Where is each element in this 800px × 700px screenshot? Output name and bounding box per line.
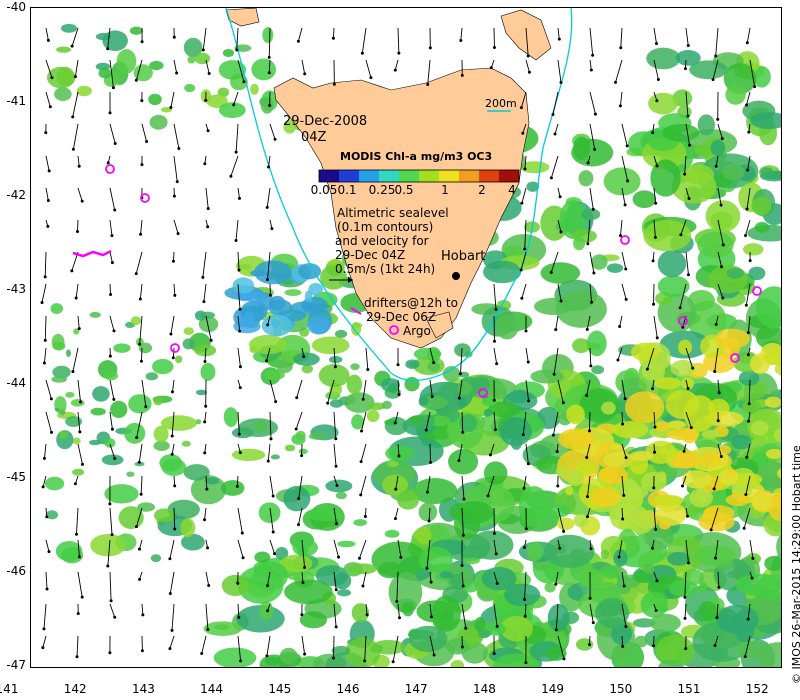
colorbar-tick: 4 <box>508 183 516 197</box>
x-tick-label: 142 <box>63 682 87 696</box>
x-tick-label: 147 <box>404 682 428 696</box>
depth-label: 200m <box>485 97 517 110</box>
y-tick-label: -40 <box>6 0 26 14</box>
colorbar-tick: 0.25 <box>368 183 396 197</box>
altimetry-line-1: Altimetric sealevel <box>337 206 449 220</box>
date-label: 29-Dec-2008 <box>283 114 368 129</box>
altimetry-line-4: 29-Dec 04Z <box>335 248 406 262</box>
x-tick-label: 141 <box>0 682 19 696</box>
colorbar-tick: 1 <box>441 183 449 197</box>
colorbar <box>318 169 520 183</box>
y-tick-label: -44 <box>6 376 26 390</box>
credit-text: © IMOS 26-Mar-2015 14:29:00 Hobart time <box>790 445 800 684</box>
altimetry-line-5: 0.5m/s (1kt 24h) <box>335 262 436 276</box>
x-tick-label: 148 <box>472 682 496 696</box>
x-tick-label: 150 <box>609 682 633 696</box>
y-tick-label: -41 <box>6 94 26 108</box>
colorbar-ticks: 0.05 0.1 0.25 0.5 1 2 4 <box>311 183 520 197</box>
y-tick-label: -47 <box>6 658 26 672</box>
x-tick-label: 146 <box>336 682 360 696</box>
drifters-line-1: drifters@12h to <box>364 296 458 310</box>
y-tick-label: -43 <box>6 282 26 296</box>
y-tick-label: -42 <box>6 188 26 202</box>
colorbar-tick: 0.05 <box>310 183 338 197</box>
altimetry-line-3: and velocity for <box>335 234 429 248</box>
colorbar-tick: 0.1 <box>337 183 357 197</box>
x-tick-label: 151 <box>677 682 701 696</box>
city-label: Hobart <box>441 249 486 264</box>
time-label: 04Z <box>301 130 327 145</box>
x-tick-label: 152 <box>745 682 769 696</box>
x-tick-label: 143 <box>131 682 155 696</box>
x-tick-label: 144 <box>200 682 224 696</box>
colorbar-title: MODIS Chl-a mg/m3 OC3 <box>340 150 493 163</box>
x-tick-label: 145 <box>268 682 292 696</box>
colorbar-tick: 2 <box>478 183 486 197</box>
y-tick-label: -45 <box>6 470 26 484</box>
x-tick-label: 149 <box>541 682 565 696</box>
argo-label: Argo <box>403 324 431 338</box>
altimetry-line-2: (0.1m contours) <box>337 220 434 234</box>
chlorophyll-map <box>40 8 781 667</box>
y-tick-label: -46 <box>6 564 26 578</box>
drifters-line-2: 29-Dec 06Z <box>366 310 437 324</box>
colorbar-tick: 0.5 <box>394 183 414 197</box>
